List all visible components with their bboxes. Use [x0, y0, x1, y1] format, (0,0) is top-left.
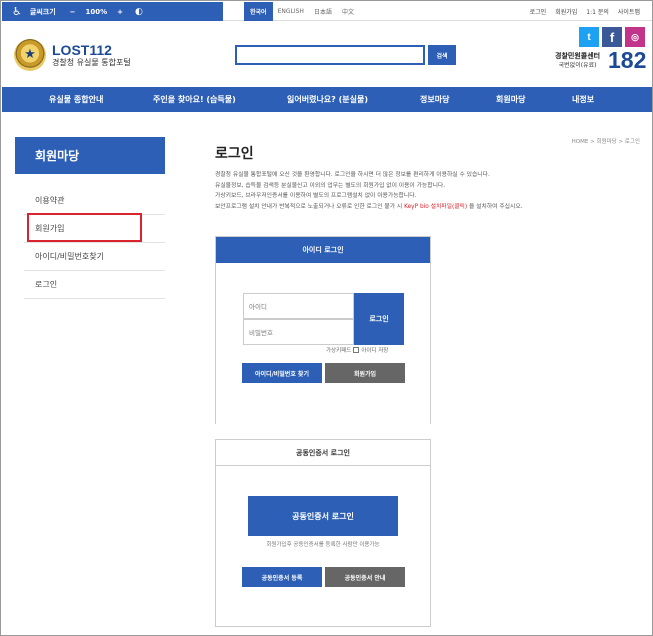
page-title: 로그인 [215, 146, 254, 162]
save-id-checkbox[interactable] [353, 347, 360, 353]
search-input[interactable] [235, 45, 425, 65]
highlight-box [27, 213, 142, 242]
breadcrumb: HOME > 회원마당 > 로그인 [571, 139, 640, 145]
facebook-icon[interactable]: f [602, 27, 622, 47]
sidebar-menu: 이용약관 회원가입 아이디/비밀번호찾기 로그인 [24, 187, 165, 299]
twitter-icon[interactable]: t [579, 27, 599, 47]
nav-item-found[interactable]: 주인을 찾아요! (습득물) [153, 87, 236, 112]
search-button[interactable]: 검색 [428, 45, 456, 65]
join-button[interactable]: 회원가입 [325, 363, 405, 383]
top-inquiry-link[interactable]: 1:1 문의 [586, 7, 609, 16]
zoom-in-button[interactable]: + [117, 8, 123, 16]
login-button[interactable]: 로그인 [354, 293, 404, 345]
wheelchair-icon: ♿ [12, 5, 22, 18]
zoom-level: 100% [85, 7, 108, 16]
virtual-keypad-toggle[interactable]: 가상키패드 [326, 346, 351, 354]
lang-korean[interactable]: 한국어 [244, 2, 273, 21]
intro-line: 경찰청 유실물 통합포털에 오신 것을 환영합니다. 로그인을 하시면 더 많은… [215, 172, 490, 178]
cert-register-button[interactable]: 공동인증서 등록 [242, 567, 322, 587]
logo-title: LOST112 [52, 41, 112, 58]
call-center: 경찰민원콜센터 국번없이(유료) [555, 51, 600, 71]
social-links: t f ◎ [579, 27, 645, 47]
sidebar-item-find-account[interactable]: 아이디/비밀번호찾기 [24, 243, 165, 271]
cert-login-title: 공동인증서 로그인 [216, 440, 430, 466]
accessibility-bar: ♿ 글씨크기 − 100% + ◐ [2, 2, 223, 21]
cert-login-panel: 공동인증서 로그인 공동인증서 로그인 회원가입후 공동인증서를 등록한 사람만… [215, 439, 431, 627]
nav-item-info[interactable]: 정보마당 [420, 87, 449, 112]
intro-line: 유실물정보, 습득물 검색등 분실물신고 이외의 업무는 별도의 회원가입 없이… [215, 182, 446, 189]
sidebar-item-terms[interactable]: 이용약관 [24, 187, 165, 215]
cert-login-button[interactable]: 공동인증서 로그인 [248, 496, 398, 536]
id-login-panel: 아이디 로그인 아이디 비밀번호 로그인 가상키패드 아이디 저장 아이디/비밀… [215, 236, 431, 424]
cert-note: 회원가입후 공동인증서를 등록한 사람만 이용가능 [266, 542, 380, 548]
top-login-link[interactable]: 로그인 [530, 7, 547, 16]
sidebar-title: 회원마당 [15, 137, 165, 174]
id-input[interactable]: 아이디 [243, 293, 354, 319]
call-center-sub: 국번없이(유료) [558, 62, 597, 69]
nav-item-member[interactable]: 회원마당 [496, 87, 525, 112]
lang-chinese[interactable]: 中文 [337, 7, 359, 16]
font-size-label: 글씨크기 [29, 7, 56, 16]
top-join-link[interactable]: 회원가입 [555, 7, 577, 16]
keyp-download-link[interactable]: KeyP bio 설치파일(클릭) [404, 204, 467, 210]
browser-frame: ♿ 글씨크기 − 100% + ◐ 한국어 ENGLISH 日本語 中文 로그인… [0, 0, 653, 636]
intro-line: 가상키보드, 브라우저인증서를 이용하여 별도의 프로그램설치 없이 이용가능합… [215, 193, 417, 200]
id-login-title: 아이디 로그인 [216, 237, 430, 263]
nav-item-lost[interactable]: 잃어버렸나요? (분실물) [287, 87, 368, 112]
cert-guide-button[interactable]: 공동인증서 안내 [325, 567, 405, 587]
call-center-number: 182 [608, 47, 647, 73]
language-selector: 한국어 ENGLISH 日本語 中文 [244, 2, 359, 21]
contrast-icon[interactable]: ◐ [135, 7, 143, 17]
site-logo[interactable]: LOST112 경찰청 유실물 통합포털 [14, 39, 131, 71]
police-emblem-icon [14, 39, 46, 71]
intro-text: 경찰청 유실물 통합포털에 오신 것을 환영합니다. 로그인을 하시면 더 많은… [215, 170, 635, 212]
password-input[interactable]: 비밀번호 [243, 319, 354, 345]
top-links: 로그인 회원가입 1:1 문의 사이트맵 [530, 2, 640, 21]
main-nav: 유실물 종합안내 주인을 찾아요! (습득물) 잃어버렸나요? (분실물) 정보… [2, 87, 652, 112]
top-sitemap-link[interactable]: 사이트맵 [618, 7, 640, 16]
header: LOST112 경찰청 유실물 통합포털 검색 t f ◎ 경찰민원콜센터 국번… [2, 21, 652, 87]
zoom-controls: − 100% + [70, 8, 123, 16]
nav-item-guide[interactable]: 유실물 종합안내 [49, 87, 103, 112]
nav-item-myinfo[interactable]: 내정보 [572, 87, 594, 112]
call-center-name: 경찰민원콜센터 [555, 52, 601, 60]
lang-english[interactable]: ENGLISH [273, 8, 309, 15]
save-id-label: 아이디 저장 [361, 348, 389, 354]
instagram-icon[interactable]: ◎ [625, 27, 645, 47]
zoom-out-button[interactable]: − [70, 8, 76, 16]
utility-bar: ♿ 글씨크기 − 100% + ◐ 한국어 ENGLISH 日本語 中文 로그인… [2, 2, 652, 21]
login-options: 가상키패드 아이디 저장 [326, 346, 388, 354]
logo-subtitle: 경찰청 유실물 통합포털 [52, 57, 131, 67]
sidebar-item-login[interactable]: 로그인 [24, 271, 165, 299]
lang-japanese[interactable]: 日本語 [309, 7, 337, 16]
find-account-button[interactable]: 아이디/비밀번호 찾기 [242, 363, 322, 383]
intro-line: 보안프로그램 설치 안내가 반복적으로 노출되거나 오류로 인한 로그인 불가 … [215, 203, 523, 210]
